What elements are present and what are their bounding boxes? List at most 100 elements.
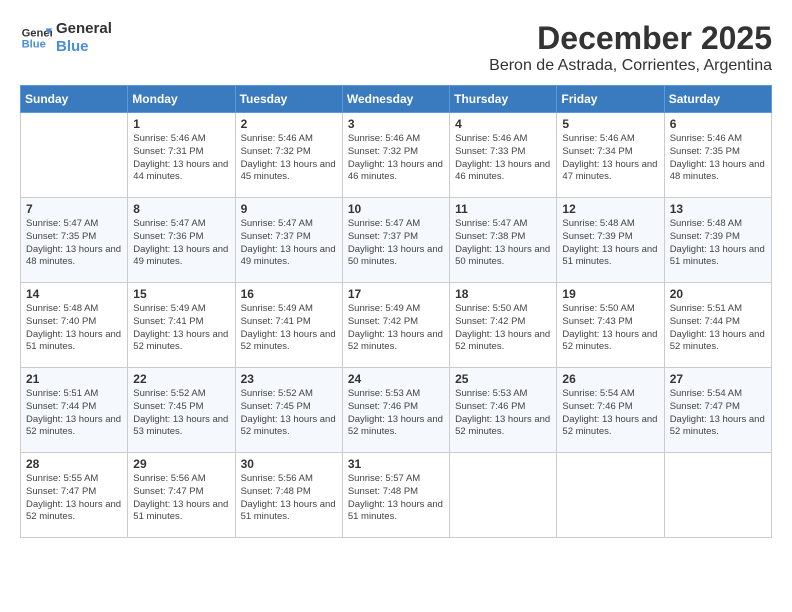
cell-details: Sunrise: 5:46 AMSunset: 7:31 PMDaylight:… <box>133 133 229 184</box>
calendar-cell: 25 Sunrise: 5:53 AMSunset: 7:46 PMDayligh… <box>450 368 557 453</box>
cell-details: Sunrise: 5:47 AMSunset: 7:36 PMDaylight:… <box>133 218 229 269</box>
calendar-cell: 13 Sunrise: 5:48 AMSunset: 7:39 PMDayligh… <box>664 198 771 283</box>
day-number: 6 <box>670 117 766 131</box>
day-number: 17 <box>348 287 444 301</box>
logo-line2: Blue <box>56 38 112 56</box>
day-number: 26 <box>562 372 658 386</box>
calendar-cell: 11 Sunrise: 5:47 AMSunset: 7:38 PMDayligh… <box>450 198 557 283</box>
weekday-header: Monday <box>128 86 235 113</box>
cell-details: Sunrise: 5:46 AMSunset: 7:32 PMDaylight:… <box>348 133 444 184</box>
day-number: 13 <box>670 202 766 216</box>
cell-details: Sunrise: 5:54 AMSunset: 7:46 PMDaylight:… <box>562 388 658 439</box>
cell-details: Sunrise: 5:47 AMSunset: 7:35 PMDaylight:… <box>26 218 122 269</box>
cell-details: Sunrise: 5:54 AMSunset: 7:47 PMDaylight:… <box>670 388 766 439</box>
cell-details: Sunrise: 5:48 AMSunset: 7:40 PMDaylight:… <box>26 303 122 354</box>
day-number: 8 <box>133 202 229 216</box>
calendar-cell: 10 Sunrise: 5:47 AMSunset: 7:37 PMDayligh… <box>342 198 449 283</box>
cell-details: Sunrise: 5:50 AMSunset: 7:43 PMDaylight:… <box>562 303 658 354</box>
cell-details: Sunrise: 5:57 AMSunset: 7:48 PMDaylight:… <box>348 473 444 524</box>
day-number: 3 <box>348 117 444 131</box>
calendar-week-row: 14 Sunrise: 5:48 AMSunset: 7:40 PMDayligh… <box>21 283 772 368</box>
cell-details: Sunrise: 5:46 AMSunset: 7:35 PMDaylight:… <box>670 133 766 184</box>
day-number: 27 <box>670 372 766 386</box>
day-number: 30 <box>241 457 337 471</box>
cell-details: Sunrise: 5:46 AMSunset: 7:33 PMDaylight:… <box>455 133 551 184</box>
day-number: 21 <box>26 372 122 386</box>
calendar-week-row: 28 Sunrise: 5:55 AMSunset: 7:47 PMDayligh… <box>21 453 772 538</box>
cell-details: Sunrise: 5:53 AMSunset: 7:46 PMDaylight:… <box>455 388 551 439</box>
calendar-cell: 12Sunrise: 5:48 AMSunset: 7:39 PMDayligh… <box>557 198 664 283</box>
calendar-cell: 30 Sunrise: 5:56 AMSunset: 7:48 PMDayligh… <box>235 453 342 538</box>
cell-details: Sunrise: 5:51 AMSunset: 7:44 PMDaylight:… <box>670 303 766 354</box>
calendar-cell: 17 Sunrise: 5:49 AMSunset: 7:42 PMDayligh… <box>342 283 449 368</box>
day-number: 1 <box>133 117 229 131</box>
cell-details: Sunrise: 5:51 AMSunset: 7:44 PMDaylight:… <box>26 388 122 439</box>
calendar-cell: 16Sunrise: 5:49 AMSunset: 7:41 PMDayligh… <box>235 283 342 368</box>
calendar-cell: 23 Sunrise: 5:52 AMSunset: 7:45 PMDayligh… <box>235 368 342 453</box>
calendar-cell: 29 Sunrise: 5:56 AMSunset: 7:47 PMDayligh… <box>128 453 235 538</box>
calendar-cell: 8 Sunrise: 5:47 AMSunset: 7:36 PMDaylight… <box>128 198 235 283</box>
svg-text:Blue: Blue <box>22 39 46 51</box>
day-number: 10 <box>348 202 444 216</box>
cell-details: Sunrise: 5:56 AMSunset: 7:48 PMDaylight:… <box>241 473 337 524</box>
day-number: 28 <box>26 457 122 471</box>
calendar-cell <box>450 453 557 538</box>
cell-details: Sunrise: 5:47 AMSunset: 7:37 PMDaylight:… <box>241 218 337 269</box>
calendar-cell: 20 Sunrise: 5:51 AMSunset: 7:44 PMDayligh… <box>664 283 771 368</box>
cell-details: Sunrise: 5:48 AMSunset: 7:39 PMDaylight:… <box>562 218 658 269</box>
calendar-cell: 5 Sunrise: 5:46 AMSunset: 7:34 PMDaylight… <box>557 113 664 198</box>
day-number: 18 <box>455 287 551 301</box>
cell-details: Sunrise: 5:50 AMSunset: 7:42 PMDaylight:… <box>455 303 551 354</box>
day-number: 20 <box>670 287 766 301</box>
calendar-cell: 15Sunrise: 5:49 AMSunset: 7:41 PMDayligh… <box>128 283 235 368</box>
day-number: 19 <box>562 287 658 301</box>
calendar-cell: 19 Sunrise: 5:50 AMSunset: 7:43 PMDayligh… <box>557 283 664 368</box>
cell-details: Sunrise: 5:47 AMSunset: 7:38 PMDaylight:… <box>455 218 551 269</box>
cell-details: Sunrise: 5:55 AMSunset: 7:47 PMDaylight:… <box>26 473 122 524</box>
cell-details: Sunrise: 5:56 AMSunset: 7:47 PMDaylight:… <box>133 473 229 524</box>
cell-details: Sunrise: 5:52 AMSunset: 7:45 PMDaylight:… <box>133 388 229 439</box>
day-number: 29 <box>133 457 229 471</box>
day-number: 23 <box>241 372 337 386</box>
day-number: 9 <box>241 202 337 216</box>
calendar-cell: 7 Sunrise: 5:47 AMSunset: 7:35 PMDaylight… <box>21 198 128 283</box>
day-number: 16 <box>241 287 337 301</box>
calendar-cell <box>21 113 128 198</box>
weekday-header: Tuesday <box>235 86 342 113</box>
logo-icon: General Blue <box>20 22 52 54</box>
calendar-cell: 4 Sunrise: 5:46 AMSunset: 7:33 PMDaylight… <box>450 113 557 198</box>
calendar-cell: 22Sunrise: 5:52 AMSunset: 7:45 PMDayligh… <box>128 368 235 453</box>
day-number: 25 <box>455 372 551 386</box>
cell-details: Sunrise: 5:49 AMSunset: 7:42 PMDaylight:… <box>348 303 444 354</box>
calendar-cell <box>557 453 664 538</box>
calendar-cell: 28 Sunrise: 5:55 AMSunset: 7:47 PMDayligh… <box>21 453 128 538</box>
weekday-header: Thursday <box>450 86 557 113</box>
calendar-cell: 24Sunrise: 5:53 AMSunset: 7:46 PMDayligh… <box>342 368 449 453</box>
weekday-header: Saturday <box>664 86 771 113</box>
calendar-cell: 27 Sunrise: 5:54 AMSunset: 7:47 PMDayligh… <box>664 368 771 453</box>
day-number: 5 <box>562 117 658 131</box>
calendar-cell: 2Sunrise: 5:46 AMSunset: 7:32 PMDaylight… <box>235 113 342 198</box>
day-number: 7 <box>26 202 122 216</box>
day-number: 11 <box>455 202 551 216</box>
calendar-cell: 31Sunrise: 5:57 AMSunset: 7:48 PMDayligh… <box>342 453 449 538</box>
page-header: General Blue General Blue December 2025 … <box>20 20 772 75</box>
calendar-week-row: 7 Sunrise: 5:47 AMSunset: 7:35 PMDaylight… <box>21 198 772 283</box>
month-title: December 2025 <box>489 20 772 57</box>
calendar-week-row: 21 Sunrise: 5:51 AMSunset: 7:44 PMDayligh… <box>21 368 772 453</box>
calendar-cell: 26 Sunrise: 5:54 AMSunset: 7:46 PMDayligh… <box>557 368 664 453</box>
day-number: 14 <box>26 287 122 301</box>
day-number: 4 <box>455 117 551 131</box>
cell-details: Sunrise: 5:46 AMSunset: 7:34 PMDaylight:… <box>562 133 658 184</box>
calendar-cell <box>664 453 771 538</box>
cell-details: Sunrise: 5:47 AMSunset: 7:37 PMDaylight:… <box>348 218 444 269</box>
location-title: Beron de Astrada, Corrientes, Argentina <box>489 57 772 75</box>
calendar-cell: 1 Sunrise: 5:46 AMSunset: 7:31 PMDaylight… <box>128 113 235 198</box>
logo-line1: General <box>56 20 112 38</box>
calendar-table: SundayMondayTuesdayWednesdayThursdayFrid… <box>20 85 772 538</box>
cell-details: Sunrise: 5:48 AMSunset: 7:39 PMDaylight:… <box>670 218 766 269</box>
weekday-header: Wednesday <box>342 86 449 113</box>
calendar-cell: 14 Sunrise: 5:48 AMSunset: 7:40 PMDayligh… <box>21 283 128 368</box>
calendar-cell: 21 Sunrise: 5:51 AMSunset: 7:44 PMDayligh… <box>21 368 128 453</box>
cell-details: Sunrise: 5:52 AMSunset: 7:45 PMDaylight:… <box>241 388 337 439</box>
